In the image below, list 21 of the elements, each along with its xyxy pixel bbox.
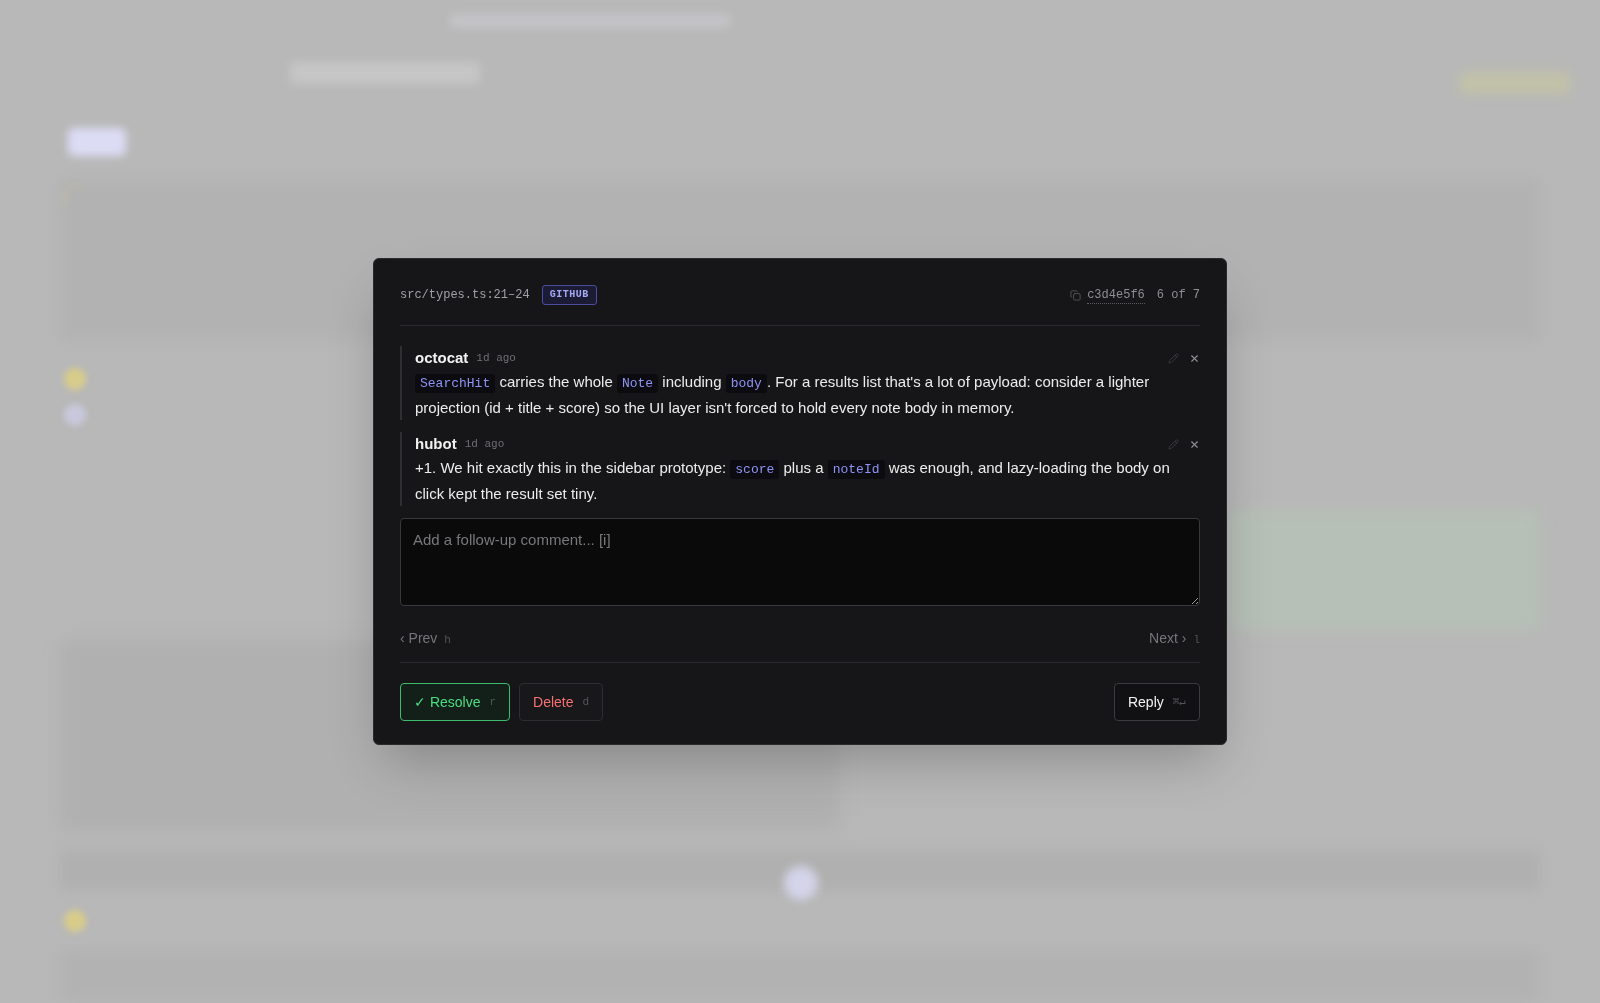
copy-icon[interactable] (1070, 289, 1082, 301)
close-icon[interactable] (1189, 352, 1200, 364)
comment-position: 6 of 7 (1156, 287, 1200, 304)
comment-time: 1d ago (464, 436, 505, 452)
file-location: src/types.ts:21–24 (400, 287, 530, 304)
comment-time: 1d ago (476, 350, 516, 366)
comment-author: hubot (415, 433, 457, 454)
close-icon[interactable] (1189, 438, 1200, 450)
previous-button[interactable]: ‹ Prev h (400, 627, 451, 649)
reply-button[interactable]: Reply ⌘↵ (1113, 683, 1200, 721)
resolve-button[interactable]: ✓ Resolve r (400, 683, 511, 721)
source-badge: GITHUB (541, 285, 597, 305)
commit-hash[interactable]: c3d4e5f6 (1087, 286, 1145, 304)
comment-body: +1. We hit exactly this in the sidebar prototype: score plus a noteId was enough, and lazy-loading the body on click kept the result set tiny. (415, 458, 1171, 504)
delete-button[interactable]: Delete d (519, 683, 604, 721)
edit-icon[interactable] (1168, 352, 1179, 364)
comment-body: SearchHit carries the whole Note including body . For a results list that's a lot of payload: consider a lighter projection (id + title + score) so the UI layer isn't forced to hold every note body in memory. (415, 372, 1151, 418)
next-button[interactable]: Next › l (1149, 627, 1200, 649)
comment-field[interactable]: Add a follow-up comment... [i] (400, 518, 1200, 606)
edit-icon[interactable] (1168, 438, 1179, 450)
comment-author: octocat (415, 347, 469, 368)
